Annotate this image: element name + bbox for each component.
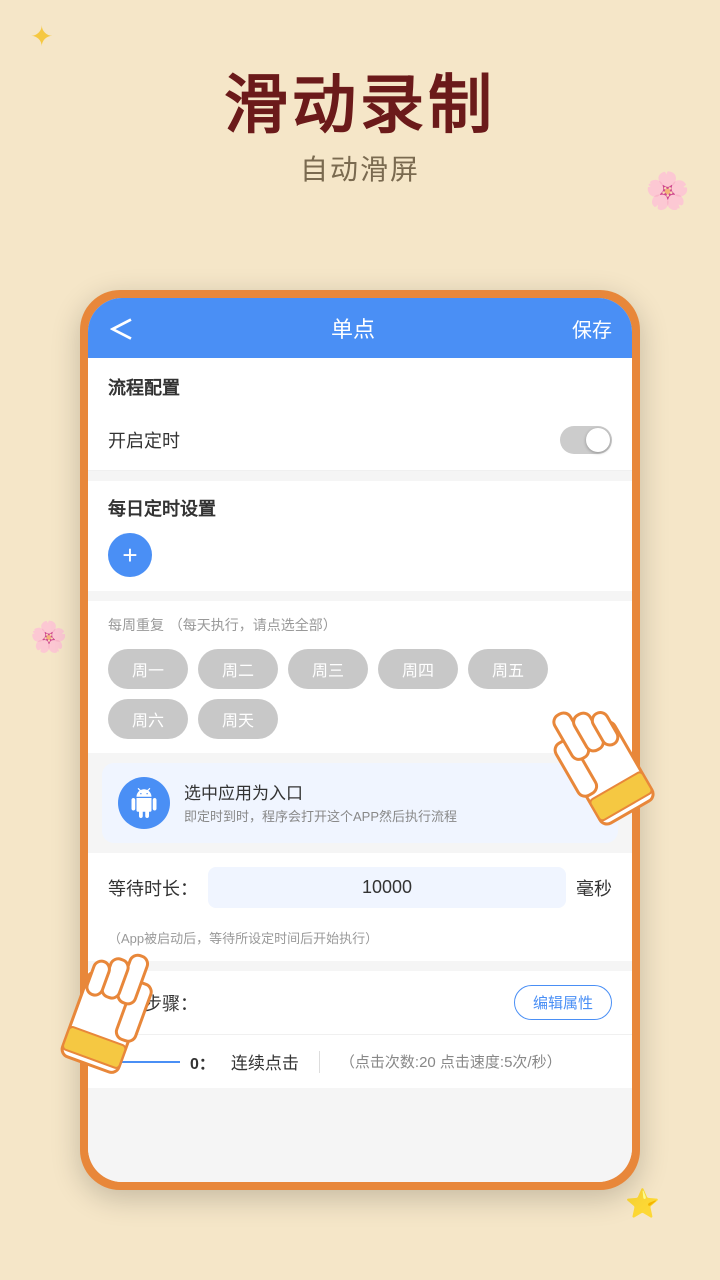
sub-title: 自动滑屏 <box>0 148 720 188</box>
day-friday[interactable]: 周五 <box>468 649 548 689</box>
main-title: 滑动录制 <box>0 70 720 140</box>
save-button[interactable]: 保存 <box>572 314 612 343</box>
hand-right-icon <box>540 670 660 850</box>
edit-attr-button[interactable]: 编辑属性 <box>514 985 612 1020</box>
day-thursday[interactable]: 周四 <box>378 649 458 689</box>
star-icon-2: ⭐ <box>625 1187 660 1220</box>
hand-left-icon <box>60 920 170 1090</box>
timer-toggle[interactable] <box>560 426 612 454</box>
flow-config-title: 流程配置 <box>88 358 632 410</box>
app-entry-text: 选中应用为入口 即定时到时，程序会打开这个APP然后执行流程 <box>184 779 595 826</box>
day-buttons-container: 周一 周二 周三 周四 周五 周六 周天 <box>108 649 612 739</box>
title-area: 滑动录制 自动滑屏 <box>0 0 720 208</box>
flower-icon-1: 🌸 <box>645 170 690 212</box>
day-tuesday[interactable]: 周二 <box>198 649 278 689</box>
enable-timer-label: 开启定时 <box>108 427 180 453</box>
wait-time-row: 等待时长： 毫秒 <box>88 853 632 922</box>
step-number: 0： <box>190 1050 215 1074</box>
app-header: ＜ 单点 保存 <box>88 298 632 358</box>
phone-frame: ＜ 单点 保存 流程配置 开启定时 每日定时设置 + 每周重复 （每天执行 <box>80 290 640 1190</box>
day-monday[interactable]: 周一 <box>108 649 188 689</box>
star-icon-1: ✦ <box>30 20 53 53</box>
step-name: 连续点击 <box>231 1049 299 1074</box>
day-saturday[interactable]: 周六 <box>108 699 188 739</box>
back-button[interactable]: ＜ <box>108 310 134 347</box>
weekly-repeat-title: 每周重复 （每天执行，请点选全部） <box>108 615 612 635</box>
wait-time-unit: 毫秒 <box>576 875 612 901</box>
header-title: 单点 <box>331 312 375 344</box>
day-sunday[interactable]: 周天 <box>198 699 278 739</box>
step-separator <box>319 1051 320 1073</box>
daily-timer-section: 每日定时设置 + <box>88 481 632 591</box>
enable-timer-row: 开启定时 <box>88 410 632 471</box>
flower-icon-2: 🌸 <box>30 620 67 655</box>
wait-time-input[interactable] <box>208 867 566 908</box>
step-desc: （点击次数:20 点击速度:5次/秒） <box>340 1051 562 1072</box>
android-icon <box>129 788 159 818</box>
day-wednesday[interactable]: 周三 <box>288 649 368 689</box>
daily-timer-title: 每日定时设置 <box>108 495 612 521</box>
app-entry-desc: 即定时到时，程序会打开这个APP然后执行流程 <box>184 808 595 826</box>
app-icon <box>118 777 170 829</box>
wait-time-label: 等待时长： <box>108 875 198 901</box>
app-entry-title: 选中应用为入口 <box>184 779 595 804</box>
add-timer-button[interactable]: + <box>108 533 152 577</box>
